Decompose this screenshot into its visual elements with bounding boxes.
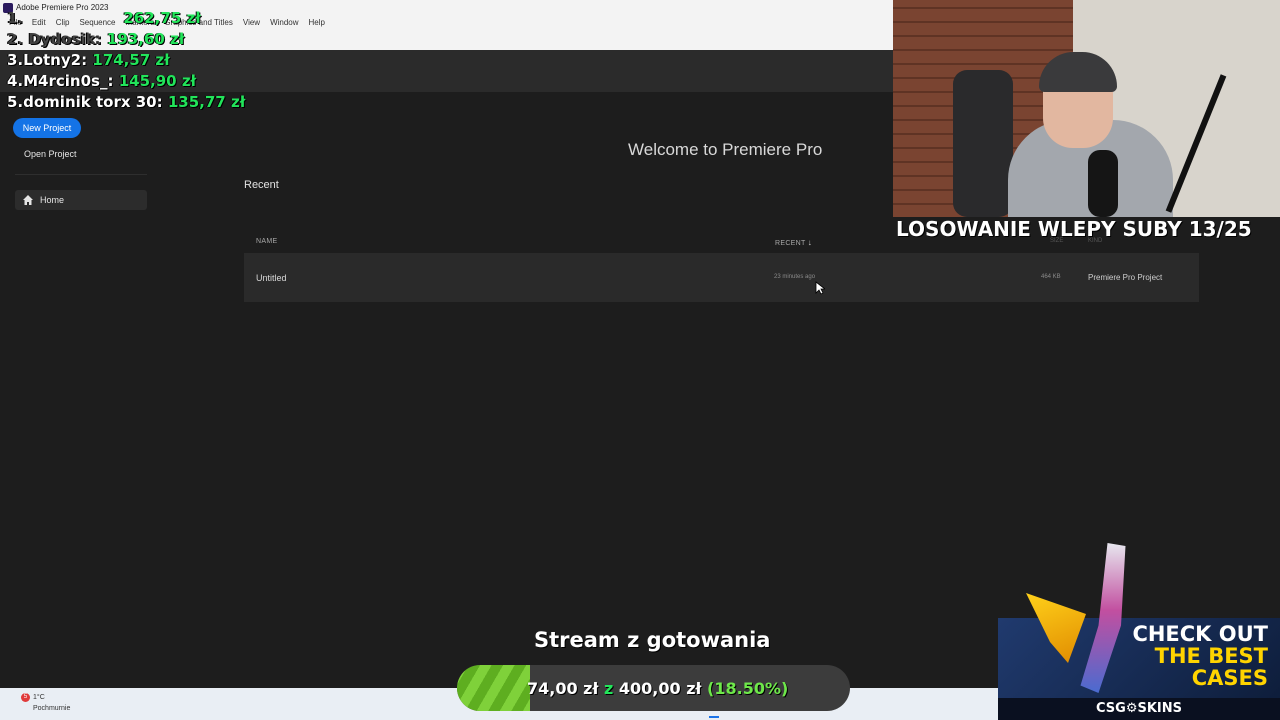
home-icon [23,195,33,205]
ad-line: CHECK OUT [1132,622,1268,646]
giveaway-banner: LOSOWANIE WLEPY SUBY 13/25 [896,217,1252,241]
donation-goal-fill [457,665,530,711]
sidebar-item-home[interactable]: Home [15,190,147,210]
menu-view[interactable]: View [238,17,265,29]
sidebar-item-label: Home [40,195,65,205]
ad-headline: CHECK OUT THE BEST CASES [1118,623,1268,689]
menu-help[interactable]: Help [304,17,330,29]
open-project-button[interactable]: Open Project [24,149,77,159]
leader-name: 2. Dydosik: [7,30,102,48]
column-header-name[interactable]: NAME [256,238,277,245]
file-name: Untitled [256,273,287,283]
menu-window[interactable]: Window [265,17,303,29]
ad-brand-logo: CSG⚙SKINS [998,698,1280,720]
sponsor-ad: CHECK OUT THE BEST CASES CSG⚙SKINS [998,543,1280,720]
file-size: 464 KB [1041,274,1061,280]
leader-amount: 145,90 zł [118,72,197,90]
leader-name: 3.Lotny2: [7,51,88,69]
leader-amount: 262,75 zł [123,9,201,27]
column-header-label: RECENT [775,240,806,247]
ad-line: CASES [1191,666,1268,690]
new-project-button[interactable]: New Project [13,118,81,138]
sort-arrow-down-icon: ↓ [807,238,813,247]
leader-amount: 135,77 zł [167,93,246,111]
goal-percent: (18.50%) [707,679,789,698]
column-header-recent[interactable]: RECENT ↓ [775,238,812,247]
active-app-indicator [709,716,719,718]
webcam-feed [893,0,1280,217]
screen: Adobe Premiere Pro 2023 File Edit Clip S… [0,0,1280,720]
leaderboard-entry-5: 5.dominik torx 30: 135,77 zł [7,93,245,111]
gaming-chair [953,70,1013,217]
goal-separator: z [604,679,614,698]
microphone [1088,150,1118,217]
leader-name: 5.dominik torx 30: [7,93,163,111]
leader-name: 4.M4rcin0s_: [7,72,114,90]
weather-description[interactable]: Pochmurnie [33,705,70,712]
goal-current: 74,00 zł [527,679,599,698]
leaderboard-entry-2: 2. Dydosik: 193,60 zł [7,30,184,48]
leader-amount: 193,60 zł [106,30,185,48]
ad-line: THE BEST [1154,644,1268,668]
nav-divider [15,174,147,175]
table-row[interactable]: Untitled 23 minutes ago 464 KB Premiere … [244,253,1199,302]
leaderboard-entry-1: 1. 262,75 zł [7,9,201,27]
goal-target: 400,00 zł [618,679,702,698]
donation-goal-bar: 74,00 zł z 400,00 zł (18.50%) [457,665,850,711]
weather-temperature[interactable]: 1°C [33,694,45,701]
weather-badge: 5 [21,693,30,702]
leader-name: 1. [7,9,24,27]
file-modified-time: 23 minutes ago [774,274,816,280]
leaderboard-entry-3: 3.Lotny2: 174,57 zł [7,51,170,69]
mouse-cursor-icon [815,281,825,295]
goal-title: Stream z gotowania [534,628,771,652]
leader-amount: 174,57 zł [92,51,170,69]
leaderboard-entry-4: 4.M4rcin0s_: 145,90 zł [7,72,196,90]
donation-goal-text: 74,00 zł z 400,00 zł (18.50%) [527,679,788,698]
file-kind: Premiere Pro Project [1088,273,1163,282]
recent-heading: Recent [244,179,279,191]
welcome-heading: Welcome to Premiere Pro [628,140,823,159]
